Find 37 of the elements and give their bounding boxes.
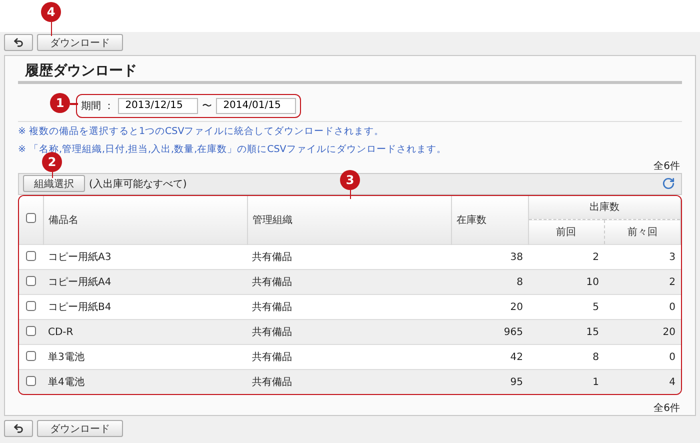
table-cell: 1 <box>528 370 604 394</box>
page-title: 履歴ダウンロード <box>18 56 682 84</box>
column-header: 備品名 <box>43 196 247 245</box>
row-checkbox[interactable] <box>26 250 36 261</box>
row-checkbox[interactable] <box>26 376 36 386</box>
refresh-icon[interactable] <box>662 177 675 190</box>
column-header: 管理組織 <box>247 196 451 245</box>
download-button[interactable]: ダウンロード <box>37 34 123 52</box>
row-checkbox[interactable] <box>26 326 36 336</box>
column-header: 出庫数 <box>528 196 680 220</box>
start-date-field[interactable]: 2013/12/15 <box>118 98 198 114</box>
table-cell: 単4電池 <box>43 370 247 394</box>
range-separator: 〜 <box>202 100 212 113</box>
back-arrow-icon <box>13 423 24 434</box>
total-count: 全6件 <box>654 402 681 416</box>
column-header: 前回 <box>528 220 604 245</box>
callout-number: 4 <box>41 2 61 22</box>
total-count: 全6件 <box>654 160 681 173</box>
table-cell: 95 <box>451 370 528 394</box>
back-arrow-icon <box>13 37 24 48</box>
period-label: 期間 ： <box>81 100 114 113</box>
column-header: 在庫数 <box>451 196 528 245</box>
table-cell: 4 <box>604 370 680 394</box>
table-cell: 共有備品 <box>247 370 451 394</box>
end-date-field[interactable]: 2014/01/15 <box>216 98 296 114</box>
select-all-checkbox[interactable] <box>26 213 36 224</box>
row-checkbox[interactable] <box>26 350 36 361</box>
row-checkbox[interactable] <box>26 276 36 286</box>
back-button[interactable] <box>4 420 33 438</box>
organization-select-button[interactable]: 組織選択 <box>23 175 85 192</box>
filter-label: (入出庫可能なすべて) <box>89 178 187 191</box>
leader-line <box>50 22 52 36</box>
download-button[interactable]: ダウンロード <box>37 420 123 438</box>
back-button[interactable] <box>4 34 33 52</box>
row-checkbox[interactable] <box>26 300 36 311</box>
note-text: ※ 複数の備品を選択すると1つのCSVファイルに統合してダウンロードされます。 <box>18 124 386 139</box>
column-header: 前々回 <box>604 220 680 245</box>
